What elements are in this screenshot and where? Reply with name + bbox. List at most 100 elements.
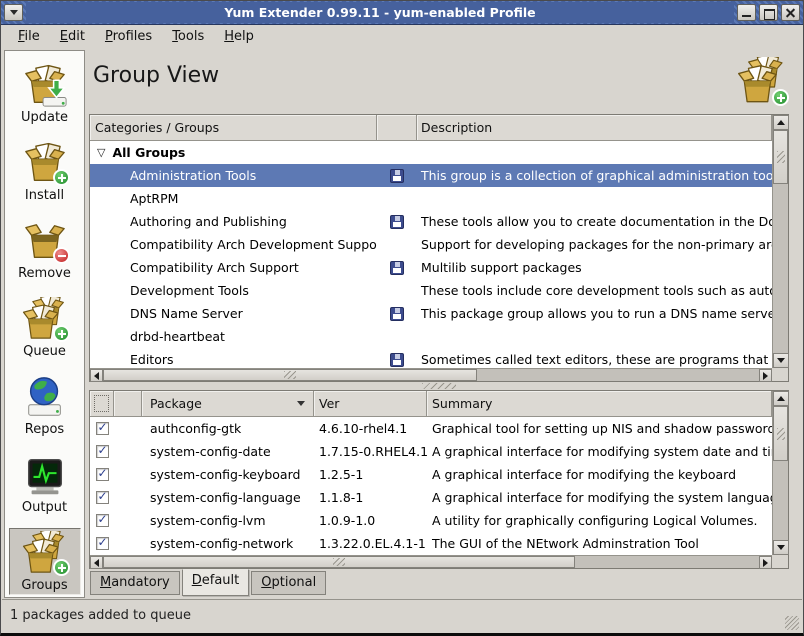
group-vertical-scrollbar[interactable]	[772, 115, 788, 368]
installed-floppy-icon	[390, 307, 404, 321]
sidebar-item-remove[interactable]: Remove	[9, 216, 81, 283]
plus-badge-icon	[53, 559, 70, 576]
package-name: system-config-date	[142, 444, 314, 459]
package-version: 1.3.22.0.EL.4.1-1	[314, 536, 427, 551]
member-type-tabs: Mandatory Default Optional	[89, 569, 789, 598]
sidebar-label: Install	[25, 188, 64, 203]
menu-profiles[interactable]: Profiles	[96, 27, 161, 46]
group-name: Editors	[90, 352, 377, 367]
scroll-down-button[interactable]	[773, 540, 789, 555]
package-name: system-config-lvm	[142, 513, 314, 528]
sidebar-item-update[interactable]: Update	[9, 60, 81, 127]
package-checkbox[interactable]	[96, 468, 109, 481]
package-row[interactable]: system-config-network 1.3.22.0.EL.4.1-1 …	[90, 532, 772, 555]
menu-edit[interactable]: Edit	[51, 27, 94, 46]
scrollbar-thumb[interactable]	[103, 369, 477, 381]
package-checkbox[interactable]	[96, 537, 109, 550]
sidebar-item-output[interactable]: Output	[9, 450, 81, 517]
column-header-package[interactable]: Package	[142, 391, 314, 417]
group-name: AptRPM	[90, 191, 377, 206]
output-monitor-icon	[22, 453, 68, 499]
sidebar-label: Output	[22, 500, 67, 515]
group-row[interactable]: AptRPM	[90, 187, 772, 210]
installed-floppy-icon	[390, 353, 404, 367]
scroll-down-button[interactable]	[773, 353, 789, 368]
expander-open-icon[interactable]: ▽	[97, 147, 105, 158]
window-title: Yum Extender 0.99.11 - yum-enabled Profi…	[26, 2, 734, 23]
package-checkbox[interactable]	[96, 491, 109, 504]
package-checkbox[interactable]	[96, 514, 109, 527]
scrollbar-thumb[interactable]	[103, 556, 575, 568]
tab-default[interactable]: Default	[182, 569, 250, 596]
page-title: Group View	[93, 63, 219, 88]
column-header-categories[interactable]: Categories / Groups	[90, 115, 377, 141]
maximize-button[interactable]	[759, 4, 778, 21]
plus-badge-icon	[53, 169, 70, 186]
package-checkbox[interactable]	[96, 422, 109, 435]
scroll-right-button[interactable]	[759, 369, 772, 382]
sort-descending-icon	[297, 401, 305, 406]
tab-mandatory[interactable]: Mandatory	[90, 571, 180, 595]
column-header-checkbox[interactable]	[90, 391, 114, 417]
tab-optional[interactable]: Optional	[251, 571, 326, 595]
chevron-down-icon	[10, 10, 18, 15]
group-row[interactable]: drbd-heartbeat	[90, 325, 772, 348]
package-row[interactable]: system-config-language 1.1.8-1 A graphic…	[90, 486, 772, 509]
menu-tools[interactable]: Tools	[163, 27, 213, 46]
package-vertical-scrollbar[interactable]	[772, 391, 788, 555]
package-summary: The GUI of the NEtwork Adminstration Too…	[427, 536, 772, 551]
window-menu-button[interactable]	[4, 4, 23, 21]
group-row[interactable]: Development Tools These tools include co…	[90, 279, 772, 302]
group-row[interactable]: Authoring and Publishing These tools all…	[90, 210, 772, 233]
close-button[interactable]	[781, 4, 800, 21]
sidebar-item-queue[interactable]: Queue	[9, 294, 81, 361]
sidebar-item-repos[interactable]: Repos	[9, 372, 81, 439]
group-root-row[interactable]: ▽ All Groups	[90, 141, 772, 164]
group-root-label: All Groups	[112, 145, 185, 160]
group-name: Authoring and Publishing	[90, 214, 377, 229]
sidebar-item-groups[interactable]: Groups	[9, 528, 81, 595]
scrollbar-thumb[interactable]	[773, 406, 788, 461]
scroll-up-button[interactable]	[773, 391, 789, 406]
menubar: File Edit Profiles Tools Help	[1, 25, 803, 48]
group-row[interactable]: Compatibility Arch Support Multilib supp…	[90, 256, 772, 279]
package-horizontal-scrollbar[interactable]	[90, 555, 772, 568]
repos-globe-icon	[22, 375, 68, 421]
package-row[interactable]: system-config-date 1.7.15-0.RHEL4.1 A gr…	[90, 440, 772, 463]
column-header-status[interactable]	[377, 115, 417, 141]
column-header-spacer[interactable]	[114, 391, 142, 417]
minimize-button[interactable]	[737, 4, 756, 21]
menu-file[interactable]: File	[9, 27, 49, 46]
minus-badge-icon	[53, 247, 70, 264]
installed-floppy-icon	[390, 261, 404, 275]
main-content: Group View Categories / Groups Descripti…	[85, 49, 802, 598]
package-row[interactable]: system-config-keyboard 1.2.5-1 A graphic…	[90, 463, 772, 486]
scrollbar-thumb[interactable]	[773, 130, 788, 184]
pane-splitter-handle[interactable]	[89, 382, 789, 390]
scroll-up-button[interactable]	[773, 115, 789, 130]
column-header-ver[interactable]: Ver	[314, 391, 427, 417]
resize-grip[interactable]	[785, 616, 799, 630]
scroll-left-button[interactable]	[90, 369, 103, 382]
column-header-summary[interactable]: Summary	[427, 391, 772, 417]
package-version: 1.1.8-1	[314, 490, 427, 505]
package-row[interactable]: authconfig-gtk 4.6.10-rhel4.1 Graphical …	[90, 417, 772, 440]
scroll-left-button[interactable]	[90, 556, 103, 569]
group-row[interactable]: DNS Name Server This package group allow…	[90, 302, 772, 325]
sidebar-label: Repos	[25, 422, 64, 437]
column-header-description[interactable]: Description	[417, 115, 772, 141]
group-row[interactable]: Editors Sometimes called text editors, t…	[90, 348, 772, 368]
group-row-selected[interactable]: Administration Tools This group is a col…	[90, 164, 772, 187]
group-name: drbd-heartbeat	[90, 329, 377, 344]
menu-help[interactable]: Help	[215, 27, 263, 46]
group-row[interactable]: Compatibility Arch Development Support S…	[90, 233, 772, 256]
titlebar[interactable]: Yum Extender 0.99.11 - yum-enabled Profi…	[1, 1, 803, 25]
app-window: Yum Extender 0.99.11 - yum-enabled Profi…	[0, 0, 804, 636]
scroll-right-button[interactable]	[759, 556, 772, 569]
group-horizontal-scrollbar[interactable]	[90, 368, 772, 381]
group-description: Multilib support packages	[417, 260, 772, 275]
package-checkbox[interactable]	[96, 445, 109, 458]
group-tree-panel: Categories / Groups Description ▽ All Gr…	[89, 114, 789, 382]
sidebar-item-install[interactable]: Install	[9, 138, 81, 205]
package-row[interactable]: system-config-lvm 1.0.9-1.0 A utility fo…	[90, 509, 772, 532]
